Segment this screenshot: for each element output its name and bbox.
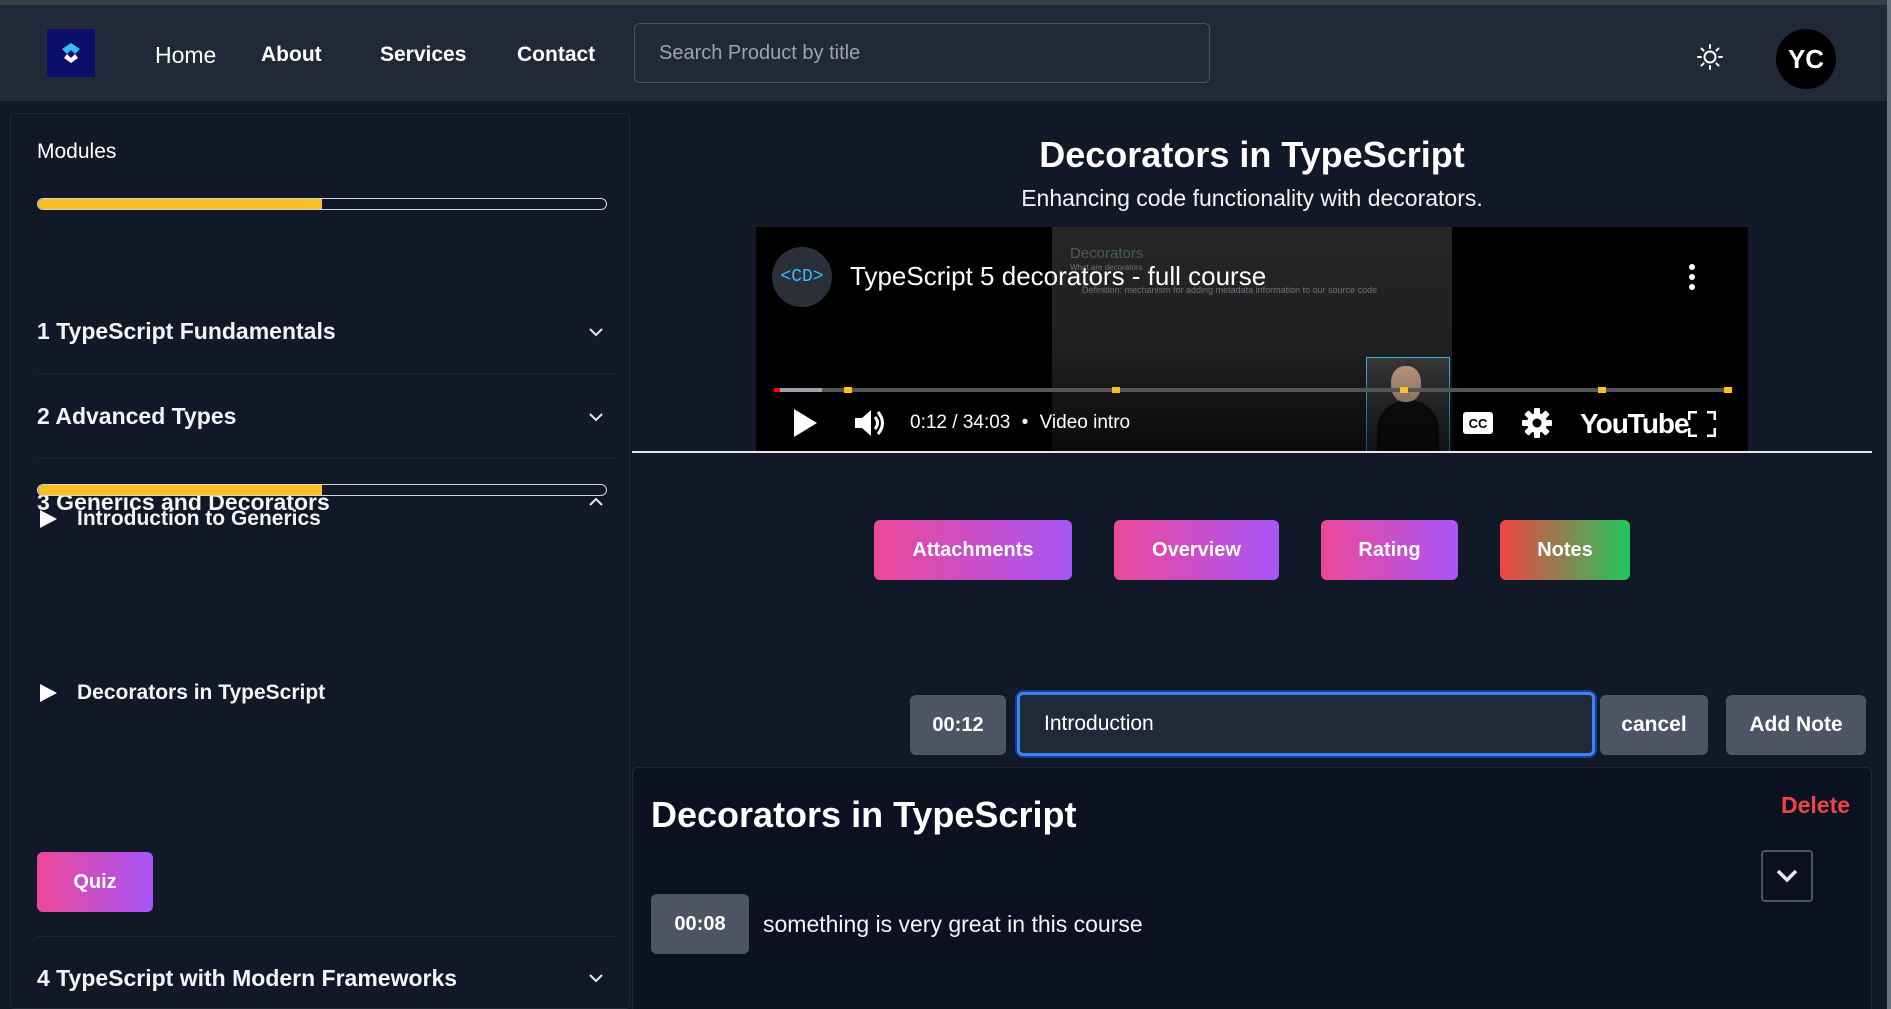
- lesson-item-introduction-to-generics[interactable]: Introduction to Generics: [37, 507, 321, 531]
- play-icon: [40, 510, 57, 528]
- nav-services[interactable]: Services: [380, 43, 466, 67]
- volume-icon[interactable]: [854, 408, 888, 438]
- nav-home[interactable]: Home: [155, 42, 216, 69]
- quiz-button[interactable]: Quiz: [37, 852, 153, 912]
- note-entry-timestamp[interactable]: 00:08: [651, 894, 749, 954]
- add-note-button[interactable]: Add Note: [1726, 695, 1866, 755]
- time-separator: •: [1021, 412, 1029, 433]
- notes-card-title: Decorators in TypeScript: [651, 794, 1077, 835]
- video-time-value: 0:12 / 34:03: [910, 412, 1011, 433]
- modules-sidebar: Modules 1 TypeScript Fundamentals 2 Adva…: [10, 113, 630, 1009]
- chevron-down-icon: [1776, 869, 1798, 883]
- chevron-down-icon: [589, 327, 603, 336]
- sun-icon[interactable]: [1696, 43, 1724, 71]
- lesson-item-decorators-in-typescript[interactable]: Decorators in TypeScript: [37, 681, 325, 705]
- lesson-title: Introduction to Generics: [77, 507, 321, 530]
- delete-button[interactable]: Delete: [1781, 792, 1850, 819]
- notes-card: Decorators in TypeScript Delete 00:08 so…: [632, 767, 1872, 1009]
- search-input[interactable]: [634, 23, 1210, 83]
- modules-title: Modules: [37, 140, 117, 163]
- play-icon[interactable]: [792, 408, 818, 438]
- module-item-3[interactable]: 3 Generics and Decorators: [37, 460, 615, 544]
- nav-about[interactable]: About: [261, 43, 322, 67]
- avatar[interactable]: YC: [1776, 29, 1836, 89]
- top-navbar: Home About Services Contact YC: [0, 0, 1891, 101]
- chapter-marker: [844, 387, 852, 393]
- video-time: 0:12 / 34:03 • Video intro: [910, 412, 1130, 434]
- module-title: 2 Advanced Types: [37, 403, 237, 429]
- seek-bar[interactable]: [774, 387, 1732, 393]
- youtube-logo[interactable]: YouTube: [1580, 408, 1690, 440]
- video-chapter[interactable]: Video intro: [1040, 412, 1131, 433]
- module-title: 4 TypeScript with Modern Frameworks: [37, 964, 458, 991]
- overall-progress-bar: [37, 198, 607, 210]
- note-timestamp: 00:12: [910, 695, 1006, 755]
- settings-gear-icon[interactable]: [1522, 408, 1552, 438]
- lesson-subtitle: Enhancing code functionality with decora…: [1021, 185, 1483, 211]
- seek-buffered: [774, 388, 822, 392]
- video-title[interactable]: TypeScript 5 decorators - full course: [850, 261, 1266, 292]
- chapter-marker: [1724, 387, 1732, 393]
- module-progress-bar: [37, 484, 607, 496]
- chevron-down-icon: [589, 974, 603, 983]
- overall-progress-fill: [38, 199, 322, 209]
- module-item-2[interactable]: 2 Advanced Types: [37, 375, 615, 459]
- lesson-title: Decorators in TypeScript: [77, 681, 326, 704]
- fullscreen-icon[interactable]: [1688, 411, 1716, 437]
- captions-icon[interactable]: CC: [1462, 411, 1494, 435]
- tab-overview[interactable]: Overview: [1114, 520, 1279, 580]
- chevron-down-icon: [589, 412, 603, 421]
- nav-contact[interactable]: Contact: [517, 43, 595, 67]
- video-player[interactable]: Decorators What are decorators Definitio…: [756, 227, 1748, 452]
- module-progress-fill: [38, 485, 322, 495]
- slide-heading: Decorators: [1070, 245, 1144, 262]
- lesson-title: Decorators in TypeScript: [1039, 134, 1465, 175]
- logo-icon: [62, 43, 80, 63]
- tab-attachments[interactable]: Attachments: [874, 520, 1072, 580]
- chapter-marker: [1112, 387, 1120, 393]
- note-entry-text: something is very great in this course: [763, 911, 1143, 937]
- chapter-marker: [1400, 387, 1408, 393]
- module-item-4[interactable]: 4 TypeScript with Modern Frameworks: [37, 936, 615, 1008]
- tab-notes[interactable]: Notes: [1500, 520, 1630, 580]
- chapter-marker: [1598, 387, 1606, 393]
- more-options-icon[interactable]: [1688, 263, 1696, 291]
- expand-note-button[interactable]: [1761, 850, 1813, 902]
- window-edge: [1887, 0, 1891, 1009]
- note-input[interactable]: [1017, 692, 1595, 756]
- module-title: 1 TypeScript Fundamentals: [37, 318, 336, 344]
- module-item-1[interactable]: 1 TypeScript Fundamentals: [37, 290, 615, 374]
- seek-played: [774, 388, 780, 392]
- channel-avatar[interactable]: <CD>: [772, 247, 832, 307]
- video-divider: [632, 451, 1872, 453]
- svg-text:CC: CC: [1469, 416, 1488, 431]
- cancel-button[interactable]: cancel: [1600, 695, 1708, 755]
- tab-rating[interactable]: Rating: [1321, 520, 1458, 580]
- play-icon: [40, 684, 57, 702]
- site-logo[interactable]: [47, 29, 95, 77]
